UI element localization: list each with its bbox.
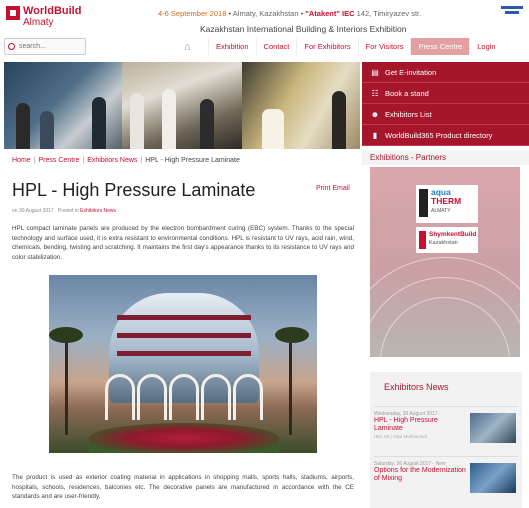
book-icon: ▮ <box>372 130 378 140</box>
nav-item-press-centre[interactable]: Press Centre <box>410 38 470 55</box>
nav-item-contact[interactable]: Contact <box>255 38 297 55</box>
get-e-invitation-label: Get E-invitation <box>385 67 437 77</box>
book-a-stand-label: Book a stand <box>385 88 429 98</box>
partners-carousel: aqua THERM ALMATY ShymkentBuild Kazakhst… <box>370 167 520 357</box>
site-logo[interactable]: WorldBuild Almaty <box>6 6 81 28</box>
exhibitors-news-title: Exhibitors News <box>384 382 449 392</box>
right-sidebar: ▤ Get E-invitation ☷ Book a stand ☻ Exhi… <box>362 62 529 508</box>
event-place: • Almaty, Kazakhstan • <box>226 9 306 18</box>
article-title: HPL - High Pressure Laminate <box>12 180 256 200</box>
event-title: Kazakhstan International Building & Inte… <box>200 24 407 34</box>
banner-photo-stand <box>242 62 360 149</box>
breadcrumb: Home | Press Centre | Exhibitors News | HPL - … <box>12 157 240 164</box>
exhibitors-news-widget: Exhibitors News Wednesday, 30 August 201… <box>370 372 522 508</box>
breadcrumb-current: HPL - High Pressure Laminate <box>145 157 240 164</box>
partners-title: Exhibitions - Partners <box>362 151 529 165</box>
logo-mark-icon <box>6 6 20 20</box>
site-header: WorldBuild Almaty 4-6 September 2018 • A… <box>0 0 529 62</box>
news-link[interactable]: Options for the Modernization of Mixing <box>374 467 466 483</box>
search-icon <box>8 43 15 50</box>
partner-corner-logo[interactable] <box>501 6 523 32</box>
home-icon[interactable]: ⌂ <box>184 41 198 53</box>
article-category-link[interactable]: Exhibitors News <box>80 208 116 214</box>
shymkentbuild-line2: Kazakhstan <box>429 240 458 246</box>
search-box[interactable] <box>4 38 86 55</box>
article-meta: on 30 August 2017 . Posted in Exhibitors… <box>12 208 116 214</box>
article-paragraph: HPL compact laminate panels are produced… <box>12 225 354 261</box>
nav-item-for-exhibitors[interactable]: For Exhibitors <box>296 38 357 55</box>
news-item: Saturday, 26 August 2017 - New Options f… <box>374 456 518 504</box>
news-thumbnail[interactable] <box>470 413 516 443</box>
news-link[interactable]: HPL - High Pressure Laminate <box>374 417 466 433</box>
article-hero-image <box>49 275 317 453</box>
nav-item-for-visitors[interactable]: For Visitors <box>357 38 411 55</box>
article-paragraph: The product is used as exterior coating … <box>12 474 354 500</box>
main-nav: ⌂ Exhibition Contact For Exhibitors For … <box>184 38 503 55</box>
article-date: on 30 August 2017 . Posted in <box>12 208 81 214</box>
ticket-icon: ▤ <box>371 67 379 77</box>
search-input[interactable] <box>19 43 79 50</box>
product-directory-label: WorldBuild365 Product directory <box>385 130 493 140</box>
event-venue[interactable]: "Atakent" IEC <box>305 9 354 18</box>
logo-name: WorldBuild <box>23 5 82 17</box>
breadcrumb-exhibitors-news[interactable]: Exhibitors News <box>87 157 137 164</box>
shymkentbuild-logo[interactable]: ShymkentBuild Kazakhstan <box>416 227 478 253</box>
product-directory-button[interactable]: ▮ WorldBuild365 Product directory <box>362 125 529 146</box>
breadcrumb-home[interactable]: Home <box>12 157 31 164</box>
grid-icon: ☷ <box>371 88 379 98</box>
aquatherm-line2: THERM <box>431 196 462 206</box>
event-date: 4-6 September 2018 <box>158 9 227 18</box>
event-info: 4-6 September 2018 • Almaty, Kazakhstan … <box>158 9 421 18</box>
news-item: Wednesday, 30 August 2017 - HPL - High P… <box>374 406 518 454</box>
book-a-stand-button[interactable]: ☷ Book a stand <box>362 83 529 104</box>
print-email-link[interactable]: Print Email <box>316 185 350 192</box>
banner-photo-exhibition-hall <box>4 62 122 149</box>
exhibitors-list-button[interactable]: ☻ Exhibitors List <box>362 104 529 125</box>
news-thumbnail[interactable] <box>470 463 516 493</box>
users-icon: ☻ <box>370 109 380 119</box>
breadcrumb-press-centre[interactable]: Press Centre <box>39 157 80 164</box>
shymkentbuild-line1: ShymkentBuild <box>429 231 477 238</box>
header-banner <box>4 62 360 149</box>
nav-item-exhibition[interactable]: Exhibition <box>208 38 256 55</box>
aquatherm-logo[interactable]: aqua THERM ALMATY <box>416 185 478 223</box>
event-address: 142, Timiryazev str. <box>354 9 422 18</box>
banner-photo-visitors <box>122 62 242 149</box>
nav-item-login[interactable]: Login <box>469 38 502 55</box>
exhibitors-list-label: Exhibitors List <box>385 109 432 119</box>
get-e-invitation-button[interactable]: ▤ Get E-invitation <box>362 62 529 83</box>
aquatherm-line3: ALMATY <box>431 208 451 214</box>
logo-city: Almaty <box>23 17 54 28</box>
